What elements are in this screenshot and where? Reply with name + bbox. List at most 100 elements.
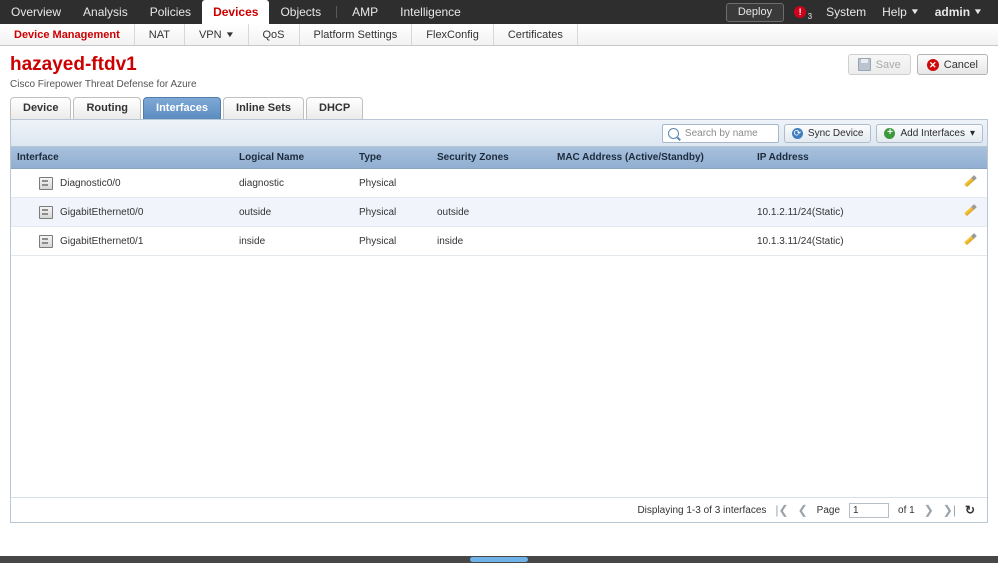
device-tab-bar: Device Routing Interfaces Inline Sets DH… (0, 90, 998, 119)
cell-security-zones (431, 168, 551, 198)
column-header-ip-address[interactable]: IP Address (751, 147, 951, 169)
cancel-button-label: Cancel (943, 58, 978, 71)
total-pages-label: of 1 (898, 504, 915, 516)
chevron-down-icon: ▾ (969, 127, 975, 139)
nav-item-amp[interactable]: AMP (341, 0, 389, 24)
table-row[interactable]: GigabitEthernet0/0 outside Physical outs… (11, 197, 987, 227)
add-interfaces-label: Add Interfaces (900, 127, 965, 139)
table-row[interactable]: GigabitEthernet0/1 inside Physical insid… (11, 226, 987, 256)
chevron-down-icon: ▼ (224, 30, 235, 39)
subnav-item-certificates[interactable]: Certificates (494, 24, 578, 45)
nav-item-overview[interactable]: Overview (0, 0, 72, 24)
cell-ip-address: 10.1.3.11/24(Static) (751, 226, 951, 256)
cell-logical-name: diagnostic (233, 168, 353, 198)
nav-item-intelligence[interactable]: Intelligence (389, 0, 472, 24)
cell-type: Physical (353, 197, 431, 227)
pencil-edit-icon[interactable] (963, 204, 976, 217)
subnav-item-nat[interactable]: NAT (135, 24, 185, 45)
column-header-interface[interactable]: Interface (11, 147, 233, 169)
panel-toolbar: ⟳ Sync Device + Add Interfaces ▾ (11, 120, 987, 147)
cell-interface: Diagnostic0/0 (11, 168, 233, 198)
subnav-item-device-management[interactable]: Device Management (0, 24, 135, 45)
interface-name: GigabitEthernet0/1 (60, 235, 144, 247)
alert-exclamation-icon[interactable]: ! 3 (794, 6, 812, 21)
horizontal-scrollbar[interactable] (0, 556, 998, 563)
scrollbar-thumb[interactable] (470, 557, 528, 562)
interface-port-icon (39, 176, 53, 190)
prev-page-icon[interactable]: ❮ (798, 503, 808, 517)
last-page-icon[interactable]: ❯| (943, 503, 956, 517)
tab-dhcp[interactable]: DHCP (306, 97, 364, 119)
search-input[interactable] (682, 126, 773, 140)
cell-type: Physical (353, 168, 431, 198)
cell-edit[interactable] (951, 226, 987, 256)
interface-name: GigabitEthernet0/0 (60, 206, 144, 218)
nav-item-system[interactable]: System (818, 0, 874, 24)
nav-item-analysis[interactable]: Analysis (72, 0, 139, 24)
next-page-icon[interactable]: ❯ (924, 503, 934, 517)
cell-type: Physical (353, 226, 431, 256)
cell-interface: GigabitEthernet0/0 (11, 197, 233, 227)
tab-inline-sets[interactable]: Inline Sets (223, 97, 305, 119)
nav-item-policies[interactable]: Policies (139, 0, 202, 24)
interfaces-panel: ⟳ Sync Device + Add Interfaces ▾ Interfa… (10, 119, 988, 523)
cell-security-zones: outside (431, 197, 551, 227)
header-action-buttons: Save ✕ Cancel (847, 54, 988, 75)
cell-edit[interactable] (951, 197, 987, 227)
top-navigation-bar: Overview Analysis Policies Devices Objec… (0, 0, 998, 24)
cell-ip-address (751, 168, 951, 198)
cell-mac-address (551, 226, 751, 256)
cell-logical-name: outside (233, 197, 353, 227)
deploy-button[interactable]: Deploy (725, 2, 785, 22)
sync-device-button[interactable]: ⟳ Sync Device (783, 123, 872, 143)
add-interfaces-button[interactable]: + Add Interfaces ▾ (876, 123, 983, 143)
top-nav-utilities: Deploy ! 3 System Help ▼ admin ▼ (725, 0, 998, 24)
pencil-edit-icon[interactable] (963, 175, 976, 188)
save-button-label: Save (875, 58, 901, 71)
table-row[interactable]: Diagnostic0/0 diagnostic Physical (11, 168, 987, 198)
nav-item-devices[interactable]: Devices (202, 0, 270, 24)
column-header-actions (951, 147, 987, 169)
notification-badge: ! (794, 6, 807, 18)
page-number-input[interactable] (849, 502, 890, 518)
subnav-item-vpn[interactable]: VPN ▼ (185, 24, 249, 45)
top-nav-items: Overview Analysis Policies Devices Objec… (0, 0, 472, 24)
column-header-logical-name[interactable]: Logical Name (233, 147, 353, 169)
page-subtitle: Cisco Firepower Threat Defense for Azure (10, 79, 197, 90)
cell-logical-name: inside (233, 226, 353, 256)
pagination-status: Displaying 1-3 of 3 interfaces (637, 504, 767, 516)
subnav-item-flexconfig[interactable]: FlexConfig (412, 24, 494, 45)
nav-divider (336, 6, 338, 18)
table-body: Diagnostic0/0 diagnostic Physical Gigabi… (11, 168, 987, 256)
tab-interfaces[interactable]: Interfaces (143, 97, 222, 119)
cell-edit[interactable] (951, 168, 987, 198)
subnav-vpn-label: VPN (198, 28, 222, 41)
tab-device[interactable]: Device (10, 97, 72, 119)
pencil-edit-icon[interactable] (963, 233, 976, 246)
floppy-disk-icon (857, 58, 871, 71)
tab-routing[interactable]: Routing (73, 97, 142, 119)
subnav-item-platform-settings[interactable]: Platform Settings (300, 24, 413, 45)
notification-count: 3 (807, 12, 813, 21)
cell-security-zones: inside (431, 226, 551, 256)
user-label: admin (934, 5, 971, 19)
interface-port-icon (39, 234, 53, 248)
first-page-icon[interactable]: |❮ (775, 503, 788, 517)
page-label: Page (816, 504, 841, 516)
column-header-mac-address[interactable]: MAC Address (Active/Standby) (551, 147, 751, 169)
save-button[interactable]: Save (847, 54, 911, 75)
magnifier-icon (667, 127, 679, 139)
page-title: hazayed-ftdv1 (10, 54, 137, 75)
nav-item-user-menu[interactable]: admin ▼ (927, 0, 990, 24)
nav-item-objects[interactable]: Objects (269, 0, 332, 24)
nav-item-help[interactable]: Help ▼ (874, 0, 927, 24)
column-header-security-zones[interactable]: Security Zones (431, 147, 551, 169)
interfaces-table: Interface Logical Name Type Security Zon… (11, 147, 987, 256)
subnav-item-qos[interactable]: QoS (249, 24, 300, 45)
interface-port-icon (39, 205, 53, 219)
cancel-button[interactable]: ✕ Cancel (916, 54, 988, 75)
search-input-wrapper[interactable] (661, 123, 779, 143)
refresh-icon[interactable]: ↻ (965, 503, 975, 517)
column-header-type[interactable]: Type (353, 147, 431, 169)
chevron-down-icon: ▼ (909, 7, 920, 16)
